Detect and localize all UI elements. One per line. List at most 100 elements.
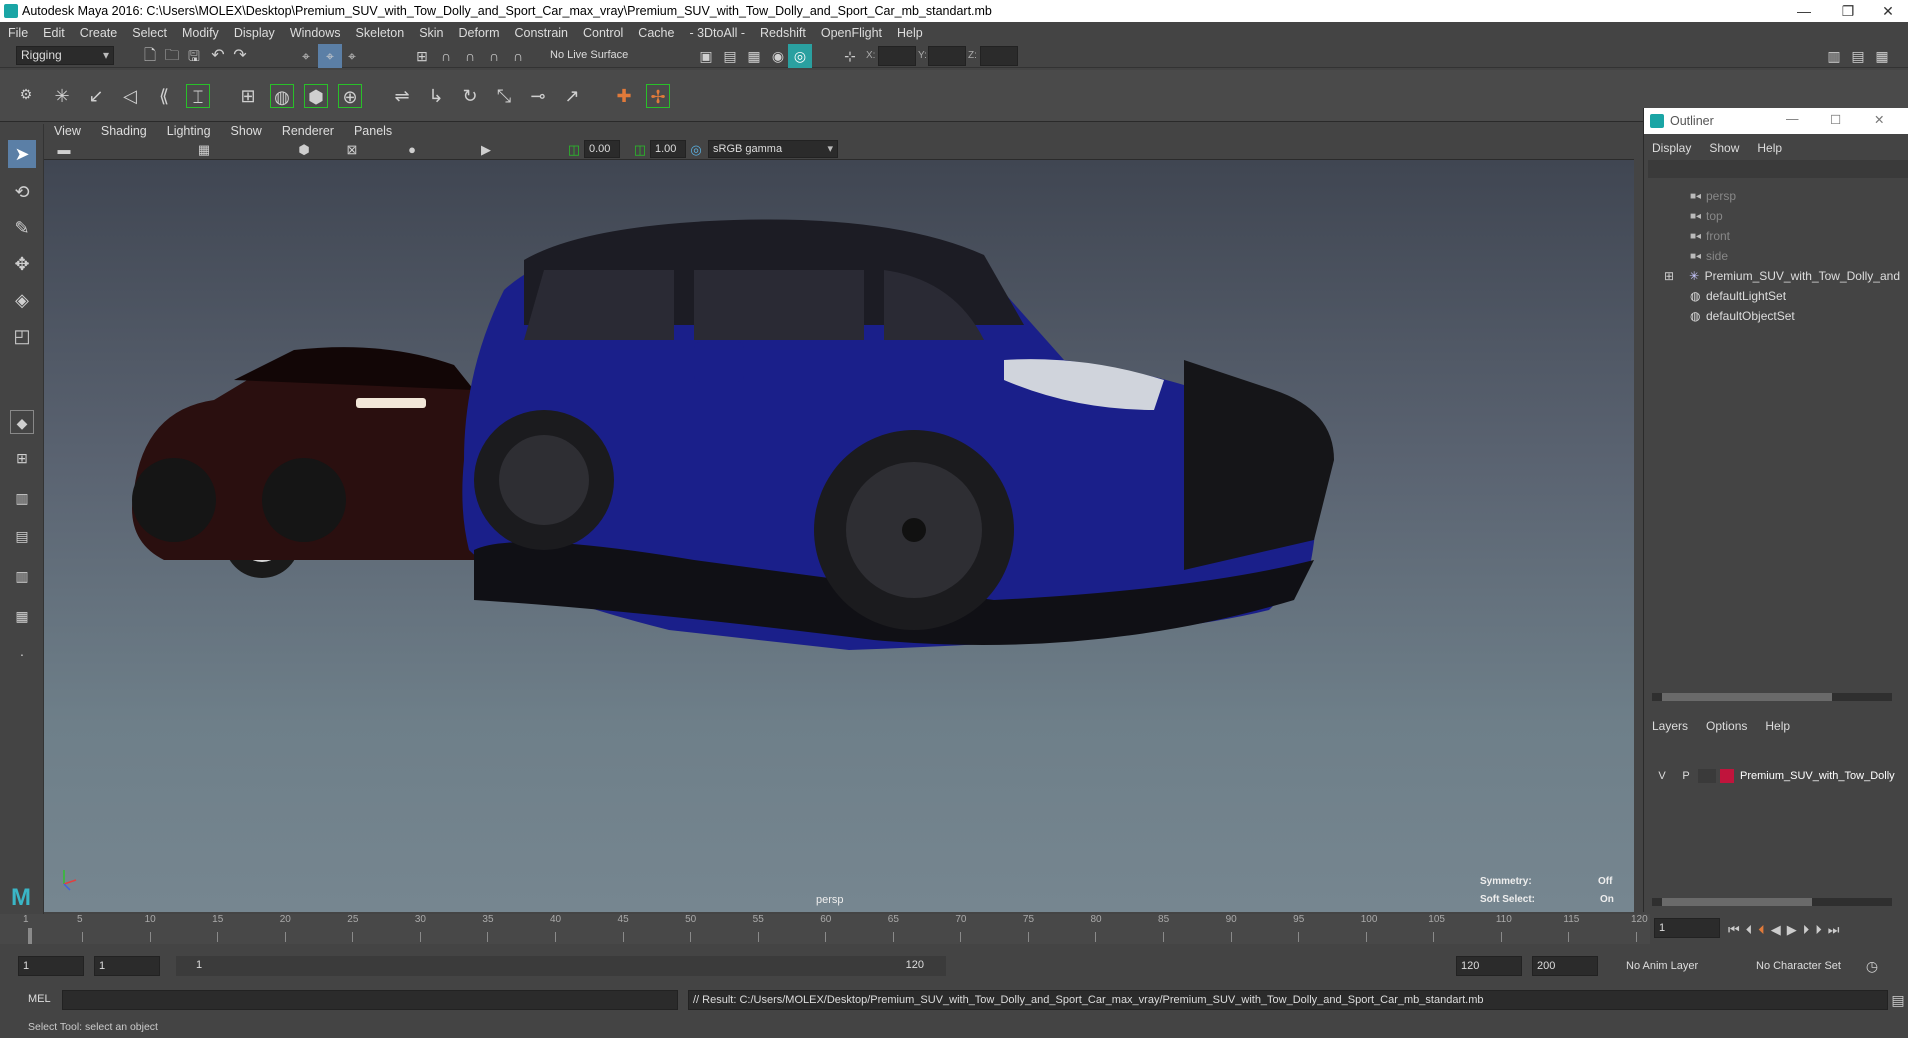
menu-openflight[interactable]: OpenFlight [821,26,882,40]
expand-icon[interactable]: ⊞ [1664,269,1689,283]
layer-row[interactable]: V P Premium_SUV_with_Tow_Dolly [1650,766,1906,786]
auto-key-icon[interactable]: ◷ [1860,954,1884,978]
z-field[interactable] [980,46,1018,66]
aim-constraint-icon[interactable]: ⊸ [526,84,550,108]
layers-menu-help[interactable]: Help [1765,719,1790,733]
play-forward-icon[interactable]: ▶ [1787,922,1797,938]
hypershade-icon[interactable]: ◉ [766,44,790,68]
command-language-label[interactable]: MEL [28,993,51,1005]
step-forward-icon[interactable]: ⏵ [1815,922,1822,938]
attribute-editor-icon[interactable]: ▤ [1846,44,1870,68]
wireframe-icon[interactable]: ▦ [192,138,216,162]
menu-create[interactable]: Create [80,26,118,40]
menu-skin[interactable]: Skin [419,26,443,40]
panel-menu-renderer[interactable]: Renderer [282,124,334,138]
select-tool-icon[interactable]: ➤ [8,140,36,168]
persp-uv-icon[interactable]: ▦ [10,604,34,628]
gamma-icon[interactable]: ◫ [628,138,652,162]
step-forward-key-icon[interactable]: ⏵ [1803,922,1810,938]
x-field[interactable] [878,46,916,66]
menu-file[interactable]: File [8,26,28,40]
select-object-icon[interactable]: ⌖ [318,44,342,68]
gamma-field[interactable]: 1.00 [650,140,686,158]
outliner-minimize-button[interactable]: — [1786,112,1799,126]
modeling-toolkit-icon[interactable]: ▥ [1822,44,1846,68]
panel-menu-view[interactable]: View [54,124,81,138]
menu-constrain[interactable]: Constrain [515,26,569,40]
outliner-menu-help[interactable]: Help [1757,141,1782,155]
outliner-close-button[interactable]: ✕ [1874,112,1884,127]
ik-handle-icon[interactable]: ↙ [84,84,108,108]
outliner-menu-show[interactable]: Show [1709,141,1739,155]
menu-3dtoall[interactable]: - 3DtoAll - [689,26,745,40]
shelf-settings-icon[interactable]: ⚙ [14,82,38,106]
move-tool-icon[interactable]: ✥ [10,252,34,276]
redo-icon[interactable]: ↷ [228,44,252,68]
panel-menu-show[interactable]: Show [231,124,262,138]
outliner-item[interactable]: ■◂ side [1644,246,1900,266]
outliner-item[interactable]: ■◂ top [1644,206,1900,226]
smooth-shade-icon[interactable]: ⬢ [292,138,316,162]
layer-reference-toggle[interactable] [1698,769,1716,783]
paint-weights-icon[interactable]: ◍ [270,84,294,108]
live-surface-field[interactable]: No Live Surface [550,46,658,65]
end-frame-field[interactable]: 120 [1456,956,1522,976]
snap-grid-icon[interactable]: ⊞ [410,44,434,68]
lasso-tool-icon[interactable]: ⟲ [10,180,34,204]
current-time-marker[interactable] [28,928,32,944]
panel-menu-panels[interactable]: Panels [354,124,392,138]
color-management-icon[interactable]: ◎ [684,138,708,162]
outliner-item[interactable]: ■◂ persp [1644,186,1900,206]
outliner-item[interactable]: ■◂ front [1644,226,1900,246]
range-slider[interactable]: 1 120 [176,956,946,976]
play-backward-icon[interactable]: ◀ [1771,922,1781,938]
isolate-icon[interactable]: ▶ [474,138,498,162]
go-to-end-icon[interactable]: ⏭ [1828,922,1840,938]
insert-joint-icon[interactable]: ⟪ [152,84,176,108]
bind-skin-icon[interactable]: ⊞ [236,84,260,108]
menu-display[interactable]: Display [234,26,275,40]
open-scene-icon[interactable]: 🗀 [160,44,184,68]
transform-mode-icon[interactable]: ⊹ [838,44,862,68]
outliner-scrollbar-horizontal[interactable] [1652,693,1892,701]
single-view-icon[interactable]: ◆ [10,410,34,434]
script-editor-icon[interactable]: ▤ [1886,988,1908,1012]
snap-curve-icon[interactable]: ∩ [434,44,458,68]
viewport-persp[interactable]: persp Symmetry: Off Soft Select: On [44,160,1634,912]
menuset-dropdown[interactable]: Rigging ▾ [16,46,114,65]
snap-surface-icon[interactable]: ∩ [506,44,530,68]
mirror-joint-icon[interactable]: ⌶ [186,84,210,108]
orient-constraint-icon[interactable]: ↻ [458,84,482,108]
channel-box-icon[interactable]: ▦ [1870,44,1894,68]
panel-menu-lighting[interactable]: Lighting [167,124,211,138]
current-frame-field[interactable]: 1 [1654,918,1720,938]
locator-icon[interactable]: ✚ [612,84,636,108]
hypershade-layout-icon[interactable]: ▥ [10,564,34,588]
paint-select-icon[interactable]: ✎ [10,216,34,240]
layers-menu-options[interactable]: Options [1706,719,1747,733]
cluster-icon[interactable]: ⊕ [338,84,362,108]
menu-edit[interactable]: Edit [43,26,65,40]
collapse-icon[interactable]: · [10,642,34,666]
camera-icon[interactable]: ▬ [52,138,76,162]
textured-icon[interactable]: ⊠ [340,138,364,162]
anim-start-field[interactable]: 1 [94,956,160,976]
pole-vector-icon[interactable]: ↗ [560,84,584,108]
persp-graph-icon[interactable]: ▤ [10,524,34,548]
start-frame-field[interactable]: 1 [18,956,84,976]
xray-icon[interactable]: ● [400,138,424,162]
persp-outliner-icon[interactable]: ▥ [10,486,34,510]
save-scene-icon[interactable]: 🖫 [182,44,206,68]
menu-control[interactable]: Control [583,26,623,40]
menu-cache[interactable]: Cache [638,26,674,40]
restore-button[interactable]: ❐ [1826,0,1870,22]
step-back-icon[interactable]: ⏴ [1746,922,1753,938]
command-input[interactable] [62,990,678,1010]
new-scene-icon[interactable]: 🗋 [138,44,162,68]
anim-layer-dropdown[interactable]: No Anim Layer [1622,956,1740,976]
outliner-search-bar[interactable] [1648,160,1908,178]
undo-icon[interactable]: ↶ [206,44,230,68]
menu-select[interactable]: Select [132,26,167,40]
rotate-tool-icon[interactable]: ◈ [10,288,34,312]
outliner-item[interactable]: ◍ defaultLightSet [1644,286,1900,306]
